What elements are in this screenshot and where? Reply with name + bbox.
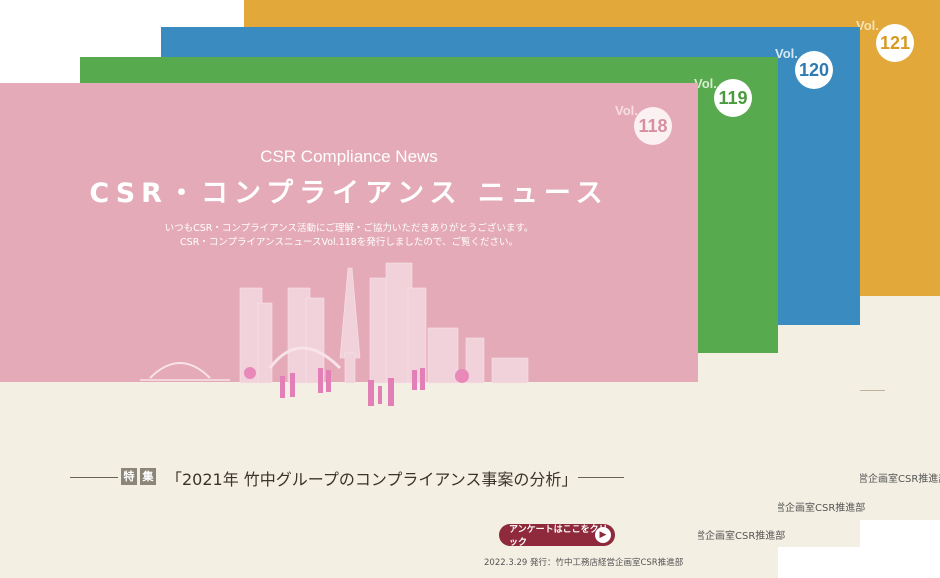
issue-info: 2022.3.29 発行：竹中工務店経営企画室CSR推進部 xyxy=(484,558,684,568)
feature-title: 「2021年 竹中グループのコンプライアンス事案の分析」 xyxy=(166,470,578,489)
vol-number-badge: 121 xyxy=(876,24,914,62)
survey-button[interactable]: アンケートはここをクリック ▶ xyxy=(499,524,615,548)
heading-rule-left xyxy=(70,477,118,478)
city-skyline-illustration xyxy=(140,262,529,406)
intro-text-line: いつもCSR・コンプライアンス活動にご理解・ご協力いただきありがとうございます。 xyxy=(164,223,534,234)
feature-tag: 集 xyxy=(140,468,156,485)
intro-text-line: CSR・コンプライアンスニュースVol.118を発行しましたので、ご覧ください。 xyxy=(180,237,518,248)
play-arrow-icon: ▶ xyxy=(595,527,611,543)
divider xyxy=(859,390,885,391)
vol-number-badge: 118 xyxy=(634,107,672,145)
cover-vol-118[interactable]: Vol. 118 CSR Compliance News CSR・コンプライアン… xyxy=(0,83,698,578)
heading-rule-right xyxy=(578,477,624,478)
feature-heading: 特 集 「2021年 竹中グループのコンプライアンス事案の分析」 xyxy=(0,466,698,489)
newsletter-title-japanese: CSR・コンプライアンス ニュース xyxy=(89,178,609,209)
vol-number-badge: 119 xyxy=(714,79,752,117)
newsletter-title-english: CSR Compliance News xyxy=(260,147,438,166)
issuer-text: 営企画室CSR推進部 xyxy=(775,503,866,514)
issuer-text: 営企画室CSR推進部 xyxy=(858,474,940,485)
issuer-text: 営企画室CSR推進部 xyxy=(695,531,786,542)
vol-label: Vol. xyxy=(775,46,798,61)
vol-number-badge: 120 xyxy=(795,51,833,89)
feature-tag: 特 xyxy=(121,468,137,485)
vol-label: Vol. xyxy=(615,103,638,118)
